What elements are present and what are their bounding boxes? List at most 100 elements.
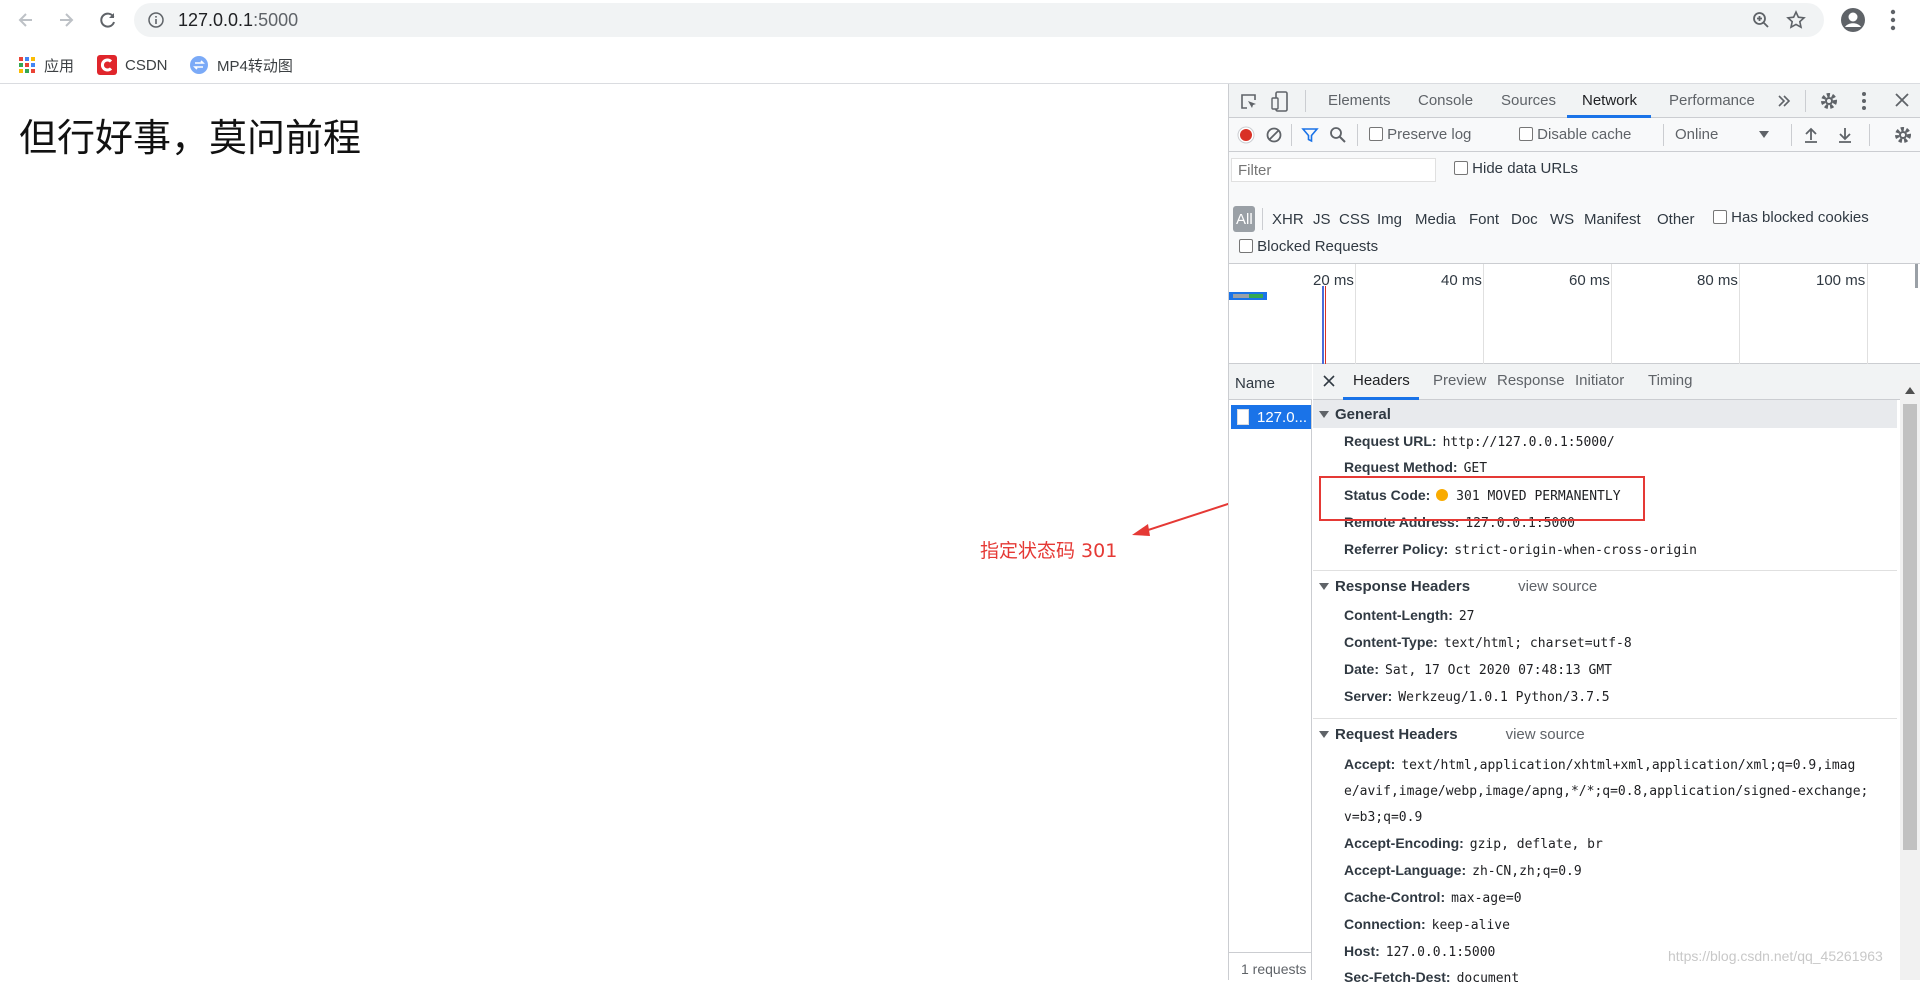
blocked-requests-toggle[interactable]: Blocked Requests <box>1239 238 1378 255</box>
forward-button[interactable] <box>54 8 78 32</box>
filter-type-xhr[interactable]: XHR <box>1272 211 1304 228</box>
url-text[interactable]: 127.0.0.1:5000 <box>178 10 298 31</box>
general-section-header[interactable]: General <box>1313 400 1897 428</box>
overview-handle[interactable] <box>1915 264 1918 288</box>
filter-type-ws[interactable]: WS <box>1550 211 1574 228</box>
tab-timing[interactable]: Timing <box>1648 372 1692 389</box>
header-row-continued: e/avif,image/webp,image/apng,*/*;q=0.8,a… <box>1344 777 1868 805</box>
zoom-icon[interactable] <box>1752 11 1770 29</box>
tab-performance[interactable]: Performance <box>1669 92 1755 109</box>
tick-label: 20 ms <box>1313 272 1354 289</box>
blocked-requests-checkbox[interactable] <box>1239 239 1253 253</box>
settings-gear-icon[interactable] <box>1819 91 1839 111</box>
tab-sources[interactable]: Sources <box>1501 92 1556 109</box>
tab-preview[interactable]: Preview <box>1433 372 1486 389</box>
bookmark-apps[interactable]: 应用 <box>18 50 74 80</box>
header-key: Content-Length: <box>1344 607 1453 623</box>
browser-toolbar: 127.0.0.1:5000 <box>0 0 1920 40</box>
header-value: max-age=0 <box>1451 891 1522 906</box>
request-row[interactable]: 127.0... <box>1231 405 1311 429</box>
import-har-icon[interactable] <box>1803 126 1819 144</box>
close-detail-icon[interactable] <box>1323 375 1335 387</box>
filter-type-manifest[interactable]: Manifest <box>1584 211 1641 228</box>
header-key: Connection: <box>1344 916 1426 932</box>
kebab-menu-icon[interactable] <box>1890 9 1896 31</box>
request-bar-waiting <box>1233 294 1249 298</box>
header-row: Host: 127.0.0.1:5000 <box>1344 938 1495 966</box>
bookmark-csdn[interactable]: CSDN <box>97 50 168 80</box>
address-bar[interactable]: 127.0.0.1:5000 <box>134 3 1824 37</box>
tick-label: 60 ms <box>1569 272 1610 289</box>
hide-data-urls-toggle[interactable]: Hide data URLs <box>1454 160 1578 177</box>
devtools-menu-icon[interactable] <box>1861 91 1867 111</box>
watermark: https://blog.csdn.net/qq_45261963 <box>1668 948 1883 964</box>
bookmark-star-icon[interactable] <box>1786 10 1806 30</box>
filter-type-css[interactable]: CSS <box>1339 211 1370 228</box>
disable-cache-checkbox[interactable] <box>1519 127 1533 141</box>
view-source-link[interactable]: view source <box>1506 726 1585 743</box>
header-row: Sec-Fetch-Dest: document <box>1344 964 1519 992</box>
hide-data-urls-checkbox[interactable] <box>1454 161 1468 175</box>
header-key: Sec-Fetch-Dest: <box>1344 969 1451 985</box>
has-blocked-cookies-toggle[interactable]: Has blocked cookies <box>1713 209 1869 226</box>
header-row: Accept-Language: zh-CN,zh;q=0.9 <box>1344 857 1582 885</box>
filter-type-font[interactable]: Font <box>1469 211 1499 228</box>
filter-type-js[interactable]: JS <box>1313 211 1331 228</box>
detail-scrollbar[interactable] <box>1900 380 1920 980</box>
detail-tabbar: Headers Preview Response Initiator Timin… <box>1313 364 1920 400</box>
request-headers-section-header[interactable]: Request Headers view source <box>1313 720 1897 748</box>
arrow-left-icon <box>18 13 32 27</box>
info-icon[interactable] <box>148 12 164 28</box>
header-value: GET <box>1463 461 1488 476</box>
header-row: Referrer Policy: strict-origin-when-cross… <box>1344 536 1697 564</box>
throttling-select[interactable]: Online <box>1675 126 1785 143</box>
reload-button[interactable] <box>96 8 120 32</box>
tab-initiator[interactable]: Initiator <box>1575 372 1624 389</box>
header-value: gzip, deflate, br <box>1469 837 1603 852</box>
tab-response[interactable]: Response <box>1497 372 1565 389</box>
devtools-tabbar: Elements Console Sources Network Perform… <box>1229 84 1920 118</box>
response-headers-section-header[interactable]: Response Headers view source <box>1313 572 1897 600</box>
filter-funnel-icon[interactable] <box>1301 126 1319 144</box>
scrollbar-thumb[interactable] <box>1903 404 1917 850</box>
preserve-log-toggle[interactable]: Preserve log <box>1369 126 1471 143</box>
disable-cache-label: Disable cache <box>1537 126 1632 143</box>
name-column-header[interactable]: Name <box>1229 364 1312 400</box>
filter-type-media[interactable]: Media <box>1415 211 1456 228</box>
more-tabs-icon[interactable] <box>1777 94 1791 108</box>
tab-elements[interactable]: Elements <box>1328 92 1391 109</box>
filter-type-other[interactable]: Other <box>1657 211 1695 228</box>
export-har-icon[interactable] <box>1837 126 1853 144</box>
has-blocked-cookies-checkbox[interactable] <box>1713 210 1727 224</box>
preserve-log-checkbox[interactable] <box>1369 127 1383 141</box>
filter-input[interactable] <box>1231 158 1436 182</box>
close-devtools-icon[interactable] <box>1895 93 1909 107</box>
bookmark-mp4[interactable]: MP4转动图 <box>189 50 293 80</box>
network-settings-icon[interactable] <box>1893 125 1913 145</box>
dom-content-loaded-marker <box>1322 286 1324 364</box>
record-icon[interactable] <box>1237 126 1255 144</box>
header-key: Server: <box>1344 688 1393 704</box>
back-button[interactable] <box>14 8 38 32</box>
network-toolbar: Preserve log Disable cache Online <box>1229 118 1920 152</box>
tab-console[interactable]: Console <box>1418 92 1473 109</box>
profile-avatar-icon[interactable] <box>1840 7 1866 33</box>
filter-type-doc[interactable]: Doc <box>1511 211 1538 228</box>
status-highlight-box <box>1319 476 1645 521</box>
clear-icon[interactable] <box>1265 126 1283 144</box>
device-toolbar-icon[interactable] <box>1271 91 1291 113</box>
header-row: Connection: keep-alive <box>1344 911 1510 939</box>
tab-network[interactable]: Network <box>1582 92 1637 109</box>
view-source-link[interactable]: view source <box>1518 578 1597 595</box>
disable-cache-toggle[interactable]: Disable cache <box>1519 126 1631 143</box>
tab-headers[interactable]: Headers <box>1353 372 1410 389</box>
chevron-down-icon <box>1759 131 1769 138</box>
expand-triangle-icon <box>1319 410 1329 418</box>
filter-type-all[interactable]: All <box>1236 211 1253 228</box>
filter-type-img[interactable]: Img <box>1377 211 1402 228</box>
scroll-up-icon[interactable] <box>1905 386 1915 394</box>
inspect-element-icon[interactable] <box>1239 92 1259 112</box>
header-value: Sat, 17 Oct 2020 07:48:13 GMT <box>1385 663 1612 678</box>
search-icon[interactable] <box>1329 126 1347 144</box>
header-value: e/avif,image/webp,image/apng,*/*;q=0.8,a… <box>1344 784 1869 799</box>
